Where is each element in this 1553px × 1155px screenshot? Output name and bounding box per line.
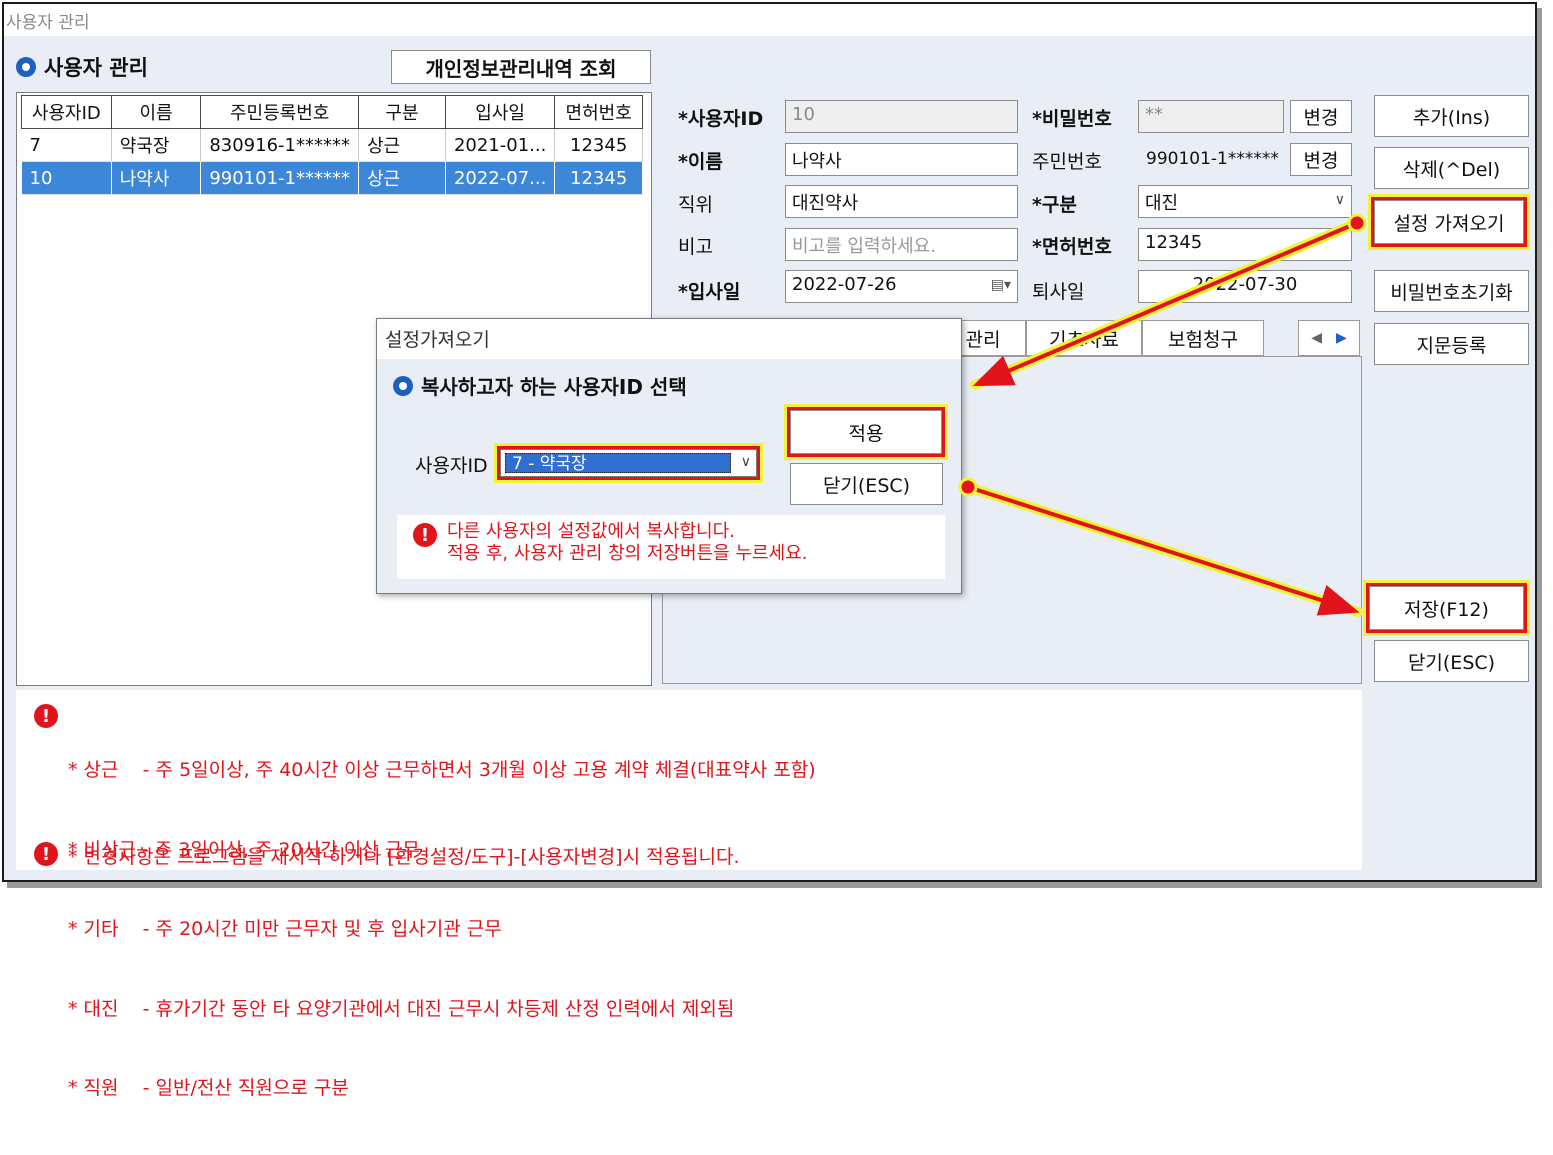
annotation-arrows: [958, 213, 1367, 617]
note-line: * 기타 - 주 20시간 미만 근무자 및 후 입사기관 근무: [68, 918, 502, 940]
arrow-dialog-to-save: [958, 477, 1363, 617]
arrow-import-to-tabpanel: [970, 213, 1367, 390]
note-line: * 대진 - 휴가기간 동안 타 요양기관에서 대진 근무시 차등제 산정 인력…: [68, 997, 735, 1020]
note-line: * 직원 - 일반/전산 직원으로 구분: [68, 1077, 349, 1099]
